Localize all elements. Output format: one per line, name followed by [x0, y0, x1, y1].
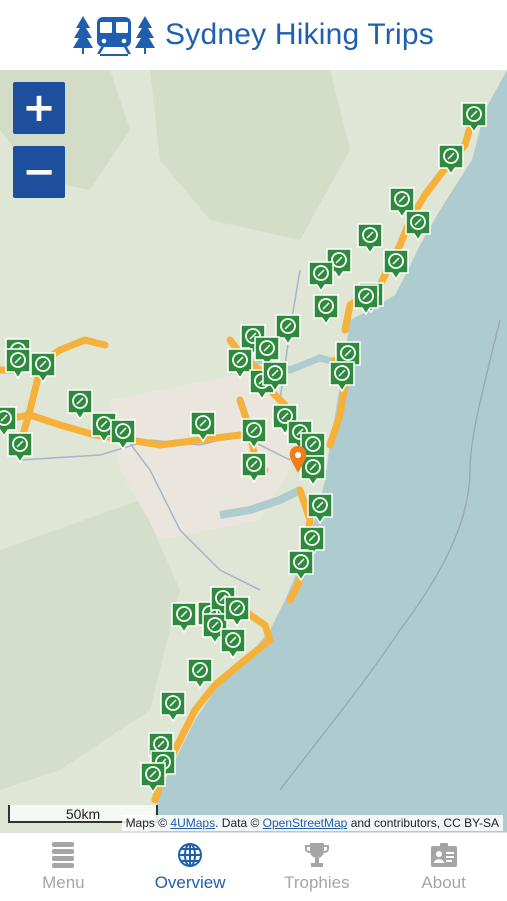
tab-trophies[interactable]: Trophies — [254, 833, 381, 901]
zoom-out-button[interactable]: − — [13, 146, 65, 198]
attribution-prefix: Maps © — [125, 816, 171, 830]
brand-logo — [73, 14, 156, 56]
zoom-in-button[interactable]: + — [13, 82, 65, 134]
app-title: Sydney Hiking Trips — [165, 18, 434, 51]
tab-about[interactable]: About — [380, 833, 507, 901]
tab-overview-label: Overview — [154, 873, 226, 892]
id-card-icon — [430, 841, 457, 869]
tab-menu-label: Menu — [42, 873, 85, 892]
menu-stack-icon — [52, 841, 75, 869]
map-attribution: Maps © 4UMaps. Data © OpenStreetMap and … — [121, 815, 503, 831]
scale-label: 50km — [65, 806, 101, 822]
globe-icon — [177, 841, 203, 869]
app-header: Sydney Hiking Trips — [0, 0, 507, 70]
bottom-tab-bar: Menu Overview Trophies About — [0, 832, 507, 901]
tab-about-label: About — [421, 873, 466, 892]
tab-menu[interactable]: Menu — [0, 833, 127, 901]
train-and-trees-icon — [73, 16, 156, 56]
trophy-icon — [303, 841, 331, 869]
map-view[interactable]: + − 50km Maps © 4UMaps. Data © OpenStree… — [0, 70, 507, 832]
attribution-suffix: and contributors, CC BY-SA — [347, 816, 499, 830]
attribution-link-4umaps[interactable]: 4UMaps — [170, 816, 215, 830]
tab-trophies-label: Trophies — [284, 873, 350, 892]
attribution-mid: . Data © — [215, 816, 263, 830]
attribution-link-openstreetmap[interactable]: OpenStreetMap — [263, 816, 348, 830]
tab-overview[interactable]: Overview — [127, 833, 254, 901]
map-canvas[interactable] — [0, 70, 507, 832]
